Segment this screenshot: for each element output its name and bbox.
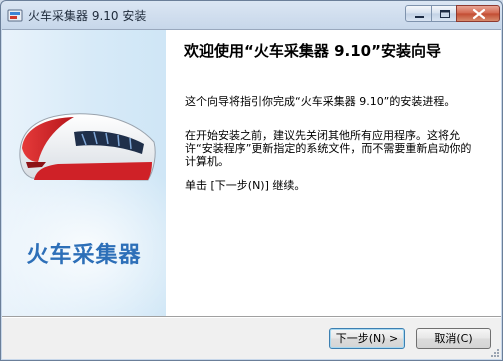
maximize-icon <box>440 10 450 18</box>
minimize-button[interactable] <box>405 5 432 22</box>
footer-divider <box>2 316 501 318</box>
train-logo-icon <box>19 113 156 181</box>
side-banner: 火车采集器 <box>2 30 166 316</box>
close-button[interactable] <box>456 5 500 22</box>
minimize-icon <box>415 16 424 18</box>
welcome-content: 欢迎使用“火车采集器 9.10”安装向导 这个向导将指引你完成“火车采集器 9.… <box>166 30 501 316</box>
installer-app-icon <box>7 9 23 22</box>
brand-name: 火车采集器 <box>26 243 142 268</box>
resize-grip-icon[interactable] <box>488 346 500 358</box>
close-icon <box>472 8 486 20</box>
title-bar[interactable]: 火车采集器 9.10 安装 <box>1 1 502 29</box>
client-area: 火车采集器 欢迎使用“火车采集器 9.10”安装向导 这个向导将指引你完成“火车… <box>2 29 501 359</box>
continue-instruction: 单击 [下一步(N)] 继续。 <box>185 179 306 192</box>
installer-window: 火车采集器 9.10 安装 火车采集器 欢迎使用“火车采集器 9.10”安装向导… <box>0 0 503 361</box>
window-title: 火车采集器 9.10 安装 <box>28 9 147 23</box>
intro-text: 这个向导将指引你完成“火车采集器 9.10”的安装进程。 <box>185 95 456 108</box>
maximize-button[interactable] <box>431 5 457 22</box>
page-title: 欢迎使用“火车采集器 9.10”安装向导 <box>184 42 441 60</box>
next-button[interactable]: 下一步(N) > <box>329 328 405 349</box>
cancel-button[interactable]: 取消(C) <box>416 328 491 349</box>
advice-text: 在开始安装之前，建议先关闭其他所有应用程序。这将允许“安装程序”更新指定的系统文… <box>185 129 472 168</box>
